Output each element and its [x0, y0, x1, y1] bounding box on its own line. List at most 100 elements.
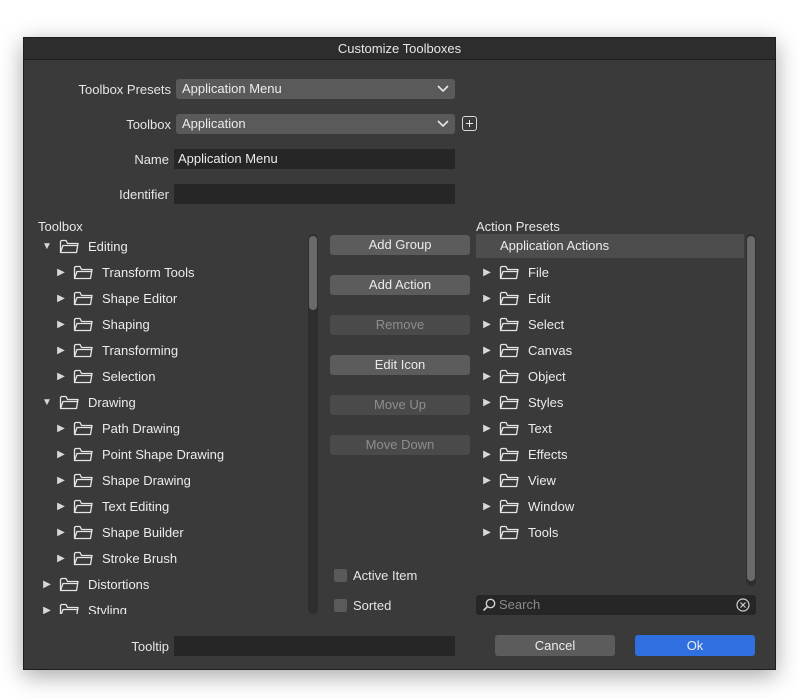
disclosure-collapsed-icon[interactable]: ▶	[40, 605, 54, 615]
disclosure-collapsed-icon[interactable]: ▶	[480, 293, 494, 304]
disclosure-collapsed-icon[interactable]: ▶	[54, 267, 68, 278]
folder-icon	[499, 394, 519, 410]
action-group-object[interactable]: ▶ Object	[480, 363, 566, 389]
disclosure-collapsed-icon[interactable]: ▶	[40, 579, 54, 590]
action-group-tools[interactable]: ▶ Tools	[480, 519, 558, 545]
disclosure-collapsed-icon[interactable]: ▶	[480, 449, 494, 460]
tree-item-point-shape-drawing[interactable]: ▶ Point Shape Drawing	[54, 441, 224, 467]
disclosure-collapsed-icon[interactable]: ▶	[54, 345, 68, 356]
tree-item-shaping[interactable]: ▶ Shaping	[54, 311, 150, 337]
action-group-select[interactable]: ▶ Select	[480, 311, 564, 337]
folder-icon	[499, 290, 519, 306]
disclosure-collapsed-icon[interactable]: ▶	[54, 501, 68, 512]
edit-icon-button[interactable]: Edit Icon	[330, 355, 470, 375]
disclosure-collapsed-icon[interactable]: ▶	[480, 371, 494, 382]
add-group-button[interactable]: Add Group	[330, 235, 470, 255]
disclosure-collapsed-icon[interactable]: ▶	[480, 475, 494, 486]
tree-item-shape-editor[interactable]: ▶ Shape Editor	[54, 285, 177, 311]
tree-item-label: Selection	[102, 368, 156, 384]
name-field[interactable]: Application Menu	[174, 149, 455, 169]
tree-item-transform-tools[interactable]: ▶ Transform Tools	[54, 259, 194, 285]
toolbox-tree-scrollbar[interactable]	[308, 234, 318, 614]
action-presets-scroll-thumb[interactable]	[747, 236, 755, 581]
disclosure-collapsed-icon[interactable]: ▶	[480, 501, 494, 512]
disclosure-collapsed-icon[interactable]: ▶	[54, 423, 68, 434]
disclosure-collapsed-icon[interactable]: ▶	[480, 345, 494, 356]
active-item-label: Active Item	[353, 568, 418, 583]
disclosure-collapsed-icon[interactable]: ▶	[480, 319, 494, 330]
active-item-box[interactable]	[334, 569, 347, 582]
action-presets-scrollbar[interactable]	[746, 234, 756, 586]
tree-item-drawing[interactable]: ▼ Drawing	[40, 389, 136, 415]
chevron-down-icon	[437, 120, 449, 128]
identifier-label: Identifier	[119, 187, 169, 202]
tree-item-styling[interactable]: ▶ Styling	[40, 597, 127, 614]
toolbox-select[interactable]: Application	[176, 114, 455, 134]
toolbox-tree[interactable]: ▼ Editing ▶ Transform Tools ▶ Shape Editor ▶ Sh…	[38, 233, 306, 614]
action-group-view[interactable]: ▶ View	[480, 467, 556, 493]
action-group-effects[interactable]: ▶ Effects	[480, 441, 567, 467]
sorted-box[interactable]	[334, 599, 347, 612]
tree-item-shape-drawing[interactable]: ▶ Shape Drawing	[54, 467, 191, 493]
move-up-button[interactable]: Move Up	[330, 395, 470, 415]
tree-item-transforming[interactable]: ▶ Transforming	[54, 337, 178, 363]
tree-item-text-editing[interactable]: ▶ Text Editing	[54, 493, 169, 519]
clear-search-icon[interactable]	[736, 598, 750, 612]
toolbox-presets-select[interactable]: Application Menu	[176, 79, 455, 99]
tree-item-distortions[interactable]: ▶ Distortions	[40, 571, 149, 597]
tree-item-label: Drawing	[88, 394, 136, 410]
ok-button[interactable]: Ok	[635, 635, 755, 656]
sorted-checkbox[interactable]: Sorted	[334, 598, 391, 613]
folder-icon	[499, 342, 519, 358]
cancel-button[interactable]: Cancel	[495, 635, 615, 656]
action-group-file[interactable]: ▶ File	[480, 259, 549, 285]
search-field[interactable]: Search	[476, 595, 756, 615]
add-toolbox-plus-icon[interactable]	[462, 116, 477, 131]
action-group-edit[interactable]: ▶ Edit	[480, 285, 550, 311]
folder-icon	[73, 472, 93, 488]
disclosure-collapsed-icon[interactable]: ▶	[480, 397, 494, 408]
tree-item-label: Point Shape Drawing	[102, 446, 225, 462]
action-group-window[interactable]: ▶ Window	[480, 493, 574, 519]
tree-item-shape-builder[interactable]: ▶ Shape Builder	[54, 519, 184, 545]
tree-item-stroke-brush[interactable]: ▶ Stroke Brush	[54, 545, 177, 571]
action-group-text[interactable]: ▶ Text	[480, 415, 552, 441]
tree-item-path-drawing[interactable]: ▶ Path Drawing	[54, 415, 180, 441]
disclosure-collapsed-icon[interactable]: ▶	[54, 371, 68, 382]
remove-button[interactable]: Remove	[330, 315, 470, 335]
disclosure-collapsed-icon[interactable]: ▶	[54, 449, 68, 460]
folder-icon	[73, 550, 93, 566]
disclosure-collapsed-icon[interactable]: ▶	[54, 475, 68, 486]
tree-item-selection[interactable]: ▶ Selection	[54, 363, 155, 389]
disclosure-collapsed-icon[interactable]: ▶	[480, 267, 494, 278]
action-group-canvas[interactable]: ▶ Canvas	[480, 337, 572, 363]
action-presets-list[interactable]: Application Actions ▶ File ▶ Edit ▶ Select ▶ Ca…	[476, 234, 744, 586]
disclosure-collapsed-icon[interactable]: ▶	[480, 527, 494, 538]
action-group-label: Edit	[528, 290, 551, 306]
folder-icon	[73, 368, 93, 384]
folder-icon	[73, 290, 93, 306]
tree-item-editing[interactable]: ▼ Editing	[40, 233, 128, 259]
identifier-field[interactable]	[174, 184, 455, 204]
action-presets-header: Application Actions	[500, 238, 610, 253]
action-group-label: Select	[528, 316, 565, 332]
disclosure-collapsed-icon[interactable]: ▶	[54, 553, 68, 564]
disclosure-expanded-icon[interactable]: ▼	[40, 397, 54, 408]
action-group-label: Object	[528, 368, 566, 384]
disclosure-collapsed-icon[interactable]: ▶	[54, 527, 68, 538]
sorted-label: Sorted	[353, 598, 392, 613]
tree-item-label: Stroke Brush	[102, 550, 178, 566]
add-action-button[interactable]: Add Action	[330, 275, 470, 295]
toolbox-label: Toolbox	[126, 117, 171, 132]
disclosure-expanded-icon[interactable]: ▼	[40, 241, 54, 252]
action-group-styles[interactable]: ▶ Styles	[480, 389, 563, 415]
toolbox-tree-scroll-thumb[interactable]	[309, 236, 317, 310]
disclosure-collapsed-icon[interactable]: ▶	[54, 319, 68, 330]
tooltip-field[interactable]	[174, 636, 455, 656]
active-item-checkbox[interactable]: Active Item	[334, 568, 417, 583]
disclosure-collapsed-icon[interactable]: ▶	[480, 423, 494, 434]
disclosure-collapsed-icon[interactable]: ▶	[54, 293, 68, 304]
action-group-label: Styles	[528, 394, 564, 410]
action-presets-header-row[interactable]: Application Actions	[476, 234, 744, 258]
move-down-button[interactable]: Move Down	[330, 435, 470, 455]
